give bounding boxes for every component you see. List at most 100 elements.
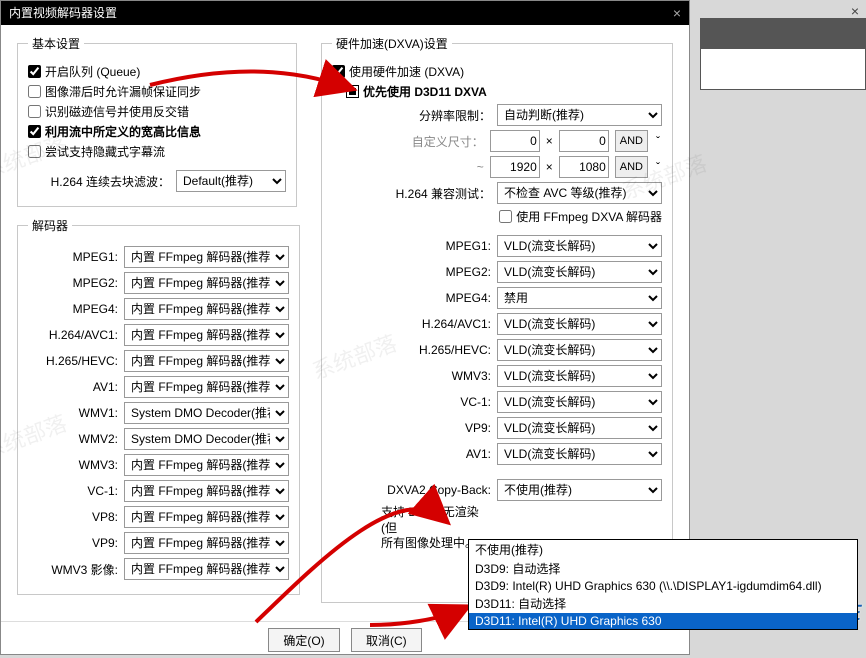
decoder-select-12[interactable]: 内置 FFmpeg 解码器(推荐 — [124, 558, 289, 580]
chevron-icon: ˇ — [654, 160, 662, 174]
decoder-label: WMV2: — [28, 432, 118, 446]
decoders-legend: 解码器 — [28, 217, 72, 234]
dropdown-option[interactable]: 不使用(推荐) — [469, 540, 857, 559]
decoder-label: MPEG1: — [28, 250, 118, 264]
compat-select[interactable]: 不检查 AVC 等级(推荐) — [497, 182, 662, 204]
decoder-select-0[interactable]: 内置 FFmpeg 解码器(推荐 — [124, 246, 289, 268]
h264deblock-label: H.264 连续去块滤波： — [28, 173, 170, 190]
times-icon: × — [546, 134, 553, 148]
hw-legend: 硬件加速(DXVA)设置 — [332, 35, 452, 52]
decoder-label: H.265/HEVC: — [28, 354, 118, 368]
queue-checkbox[interactable] — [28, 65, 41, 78]
mode-label: H.264/AVC1: — [381, 317, 491, 331]
decoders-group: 解码器 MPEG1: 内置 FFmpeg 解码器(推荐 MPEG2: 内置 FFmpe… — [17, 217, 300, 595]
basic-legend: 基本设置 — [28, 35, 84, 52]
basic-settings-group: 基本设置 开启队列 (Queue) 图像滞后时允许漏帧保证同步 识别磁迹信号并使… — [17, 35, 297, 207]
custom-h1[interactable] — [559, 130, 609, 152]
use-hw-checkbox[interactable] — [332, 65, 345, 78]
times-icon: × — [546, 160, 553, 174]
ffmpeg-dxva-label: 使用 FFmpeg DXVA 解码器 — [516, 208, 662, 225]
dropdown-option[interactable]: D3D9: Intel(R) UHD Graphics 630 (\\.\DIS… — [469, 578, 857, 594]
hw-group: 硬件加速(DXVA)设置 使用硬件加速 (DXVA) 优先使用 D3D11 DX… — [321, 35, 673, 603]
prefer-d3d11-label: 优先使用 D3D11 DXVA — [363, 83, 487, 100]
mode-label: H.265/HEVC: — [381, 343, 491, 357]
h264deblock-select[interactable]: Default(推荐) — [176, 170, 286, 192]
subtitle-label: 尝试支持隐藏式字幕流 — [45, 143, 165, 160]
decoder-select-4[interactable]: 内置 FFmpeg 解码器(推荐 — [124, 350, 289, 372]
titlebar: 内置视频解码器设置 × — [1, 1, 689, 25]
ffmpeg-dxva-checkbox[interactable] — [499, 210, 512, 223]
decoder-label: VP8: — [28, 510, 118, 524]
mode-select-8[interactable]: VLD(流变长解码) — [497, 443, 662, 465]
dropframe-checkbox[interactable] — [28, 85, 41, 98]
dropdown-option[interactable]: D3D11: Intel(R) UHD Graphics 630 — [469, 613, 857, 629]
and-button-1[interactable]: AND — [615, 130, 648, 152]
window-title: 内置视频解码器设置 — [9, 2, 117, 24]
cancel-button[interactable]: 取消(C) — [351, 628, 422, 652]
decoder-select-9[interactable]: 内置 FFmpeg 解码器(推荐 — [124, 480, 289, 502]
decoder-label: H.264/AVC1: — [28, 328, 118, 342]
aspect-label: 利用流中所定义的宽高比信息 — [45, 123, 201, 140]
background-panel: × — [700, 18, 866, 90]
mode-select-4[interactable]: VLD(流变长解码) — [497, 339, 662, 361]
decoder-select-2[interactable]: 内置 FFmpeg 解码器(推荐 — [124, 298, 289, 320]
decoder-select-8[interactable]: 内置 FFmpeg 解码器(推荐 — [124, 454, 289, 476]
mode-select-0[interactable]: VLD(流变长解码) — [497, 235, 662, 257]
queue-label: 开启队列 (Queue) — [45, 63, 140, 80]
mode-label: MPEG4: — [381, 291, 491, 305]
decoder-label: MPEG2: — [28, 276, 118, 290]
decoder-label: AV1: — [28, 380, 118, 394]
mode-label: AV1: — [381, 447, 491, 461]
copyback-dropdown-list[interactable]: 不使用(推荐)D3D9: 自动选择D3D9: Intel(R) UHD Grap… — [468, 539, 858, 630]
ok-button[interactable]: 确定(O) — [268, 628, 339, 652]
reslimit-select[interactable]: 自动判断(推荐) — [497, 104, 662, 126]
close-icon: × — [851, 3, 859, 19]
decoder-select-6[interactable]: System DMO Decoder(推荐 — [124, 402, 289, 424]
panel-header-bar — [701, 19, 865, 49]
subtitle-checkbox[interactable] — [28, 145, 41, 158]
copyback-label: DXVA2 Copy-Back: — [381, 483, 491, 497]
copyback-select[interactable]: 不使用(推荐) — [497, 479, 662, 501]
decoder-select-1[interactable]: 内置 FFmpeg 解码器(推荐 — [124, 272, 289, 294]
decoder-select-7[interactable]: System DMO Decoder(推荐 — [124, 428, 289, 450]
interlace-checkbox[interactable] — [28, 105, 41, 118]
and-button-2[interactable]: AND — [615, 156, 648, 178]
decoder-select-3[interactable]: 内置 FFmpeg 解码器(推荐 — [124, 324, 289, 346]
decoder-select-10[interactable]: 内置 FFmpeg 解码器(推荐 — [124, 506, 289, 528]
mode-label: VC-1: — [381, 395, 491, 409]
mode-select-5[interactable]: VLD(流变长解码) — [497, 365, 662, 387]
custom-w1[interactable] — [490, 130, 540, 152]
mode-select-1[interactable]: VLD(流变长解码) — [497, 261, 662, 283]
customsize-label: 自定义尺寸： — [374, 133, 484, 150]
compat-label: H.264 兼容测试： — [381, 185, 491, 202]
custom-h2[interactable] — [559, 156, 609, 178]
prefer-d3d11-checkbox[interactable] — [346, 85, 359, 98]
use-hw-label: 使用硬件加速 (DXVA) — [349, 63, 464, 80]
decoder-label: WMV1: — [28, 406, 118, 420]
dropdown-option[interactable]: D3D11: 自动选择 — [469, 594, 857, 613]
mode-select-2[interactable]: 禁用 — [497, 287, 662, 309]
decoder-label: MPEG4: — [28, 302, 118, 316]
dropframe-label: 图像滞后时允许漏帧保证同步 — [45, 83, 201, 100]
interlace-label: 识别磁迹信号并使用反交错 — [45, 103, 189, 120]
custom-w2[interactable] — [490, 156, 540, 178]
decoder-label: VC-1: — [28, 484, 118, 498]
mode-label: MPEG2: — [381, 265, 491, 279]
close-icon[interactable]: × — [673, 2, 681, 24]
decoder-select-11[interactable]: 内置 FFmpeg 解码器(推荐 — [124, 532, 289, 554]
mode-label: MPEG1: — [381, 239, 491, 253]
decoder-label: WMV3 影像: — [28, 561, 118, 578]
mode-label: VP9: — [381, 421, 491, 435]
mode-select-3[interactable]: VLD(流变长解码) — [497, 313, 662, 335]
tilde-label: ~ — [374, 160, 484, 174]
mode-select-6[interactable]: VLD(流变长解码) — [497, 391, 662, 413]
mode-label: WMV3: — [381, 369, 491, 383]
aspect-checkbox[interactable] — [28, 125, 41, 138]
mode-select-7[interactable]: VLD(流变长解码) — [497, 417, 662, 439]
dropdown-option[interactable]: D3D9: 自动选择 — [469, 559, 857, 578]
reslimit-label: 分辨率限制： — [381, 107, 491, 124]
chevron-icon: ˇ — [654, 134, 662, 148]
decoder-label: VP9: — [28, 536, 118, 550]
decoder-select-5[interactable]: 内置 FFmpeg 解码器(推荐 — [124, 376, 289, 398]
decoder-label: WMV3: — [28, 458, 118, 472]
